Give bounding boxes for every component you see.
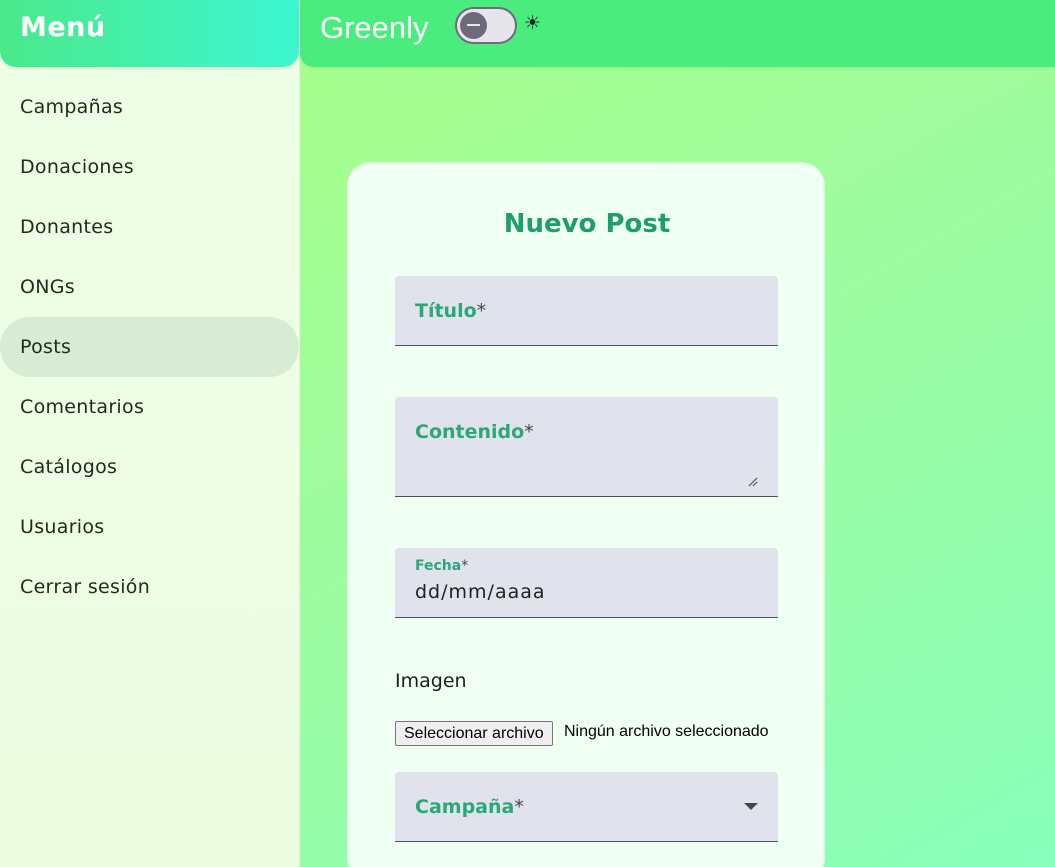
resize-handle-icon[interactable] — [748, 477, 758, 487]
titulo-field[interactable]: Título* — [395, 276, 778, 346]
sidebar-item-donaciones[interactable]: Donaciones — [0, 137, 299, 197]
form-title: Nuevo Post — [503, 209, 671, 239]
theme-toggle[interactable] — [455, 7, 517, 44]
file-status: Ningún archivo seleccionado — [564, 723, 769, 740]
sidebar-item-donantes[interactable]: Donantes — [0, 197, 299, 257]
chevron-down-icon — [744, 803, 758, 810]
top-bar: Greenly ☀ — [300, 0, 1055, 67]
contenido-field[interactable]: Contenido* — [395, 397, 778, 497]
sidebar-menu: Campañas Donaciones Donantes ONGs Posts … — [0, 77, 299, 617]
toggle-icon — [460, 12, 487, 39]
fecha-field[interactable]: Fecha* dd/mm/aaaa — [395, 548, 778, 618]
sidebar-item-cerrar-sesion[interactable]: Cerrar sesión — [0, 557, 299, 617]
sidebar-title: Menú — [20, 12, 106, 43]
imagen-label: Imagen — [395, 670, 467, 692]
contenido-label: Contenido* — [415, 421, 534, 443]
sidebar-item-usuarios[interactable]: Usuarios — [0, 497, 299, 557]
sidebar: Menú Campañas Donaciones Donantes ONGs P… — [0, 0, 300, 867]
sun-icon: ☀ — [524, 12, 542, 34]
sidebar-item-catalogos[interactable]: Catálogos — [0, 437, 299, 497]
sidebar-header: Menú — [0, 0, 299, 67]
sidebar-item-ongs[interactable]: ONGs — [0, 257, 299, 317]
campana-select[interactable]: Campaña* — [395, 772, 778, 842]
select-file-button[interactable]: Seleccionar archivo — [395, 721, 553, 746]
new-post-form: Nuevo Post Título* Contenido* Fecha* dd/… — [347, 162, 825, 867]
sidebar-item-campanas[interactable]: Campañas — [0, 77, 299, 137]
sidebar-item-comentarios[interactable]: Comentarios — [0, 377, 299, 437]
main-content: Greenly ☀ Nuevo Post Título* Contenido* … — [300, 0, 1055, 867]
app-title: Greenly — [320, 10, 429, 45]
sidebar-item-posts[interactable]: Posts — [0, 317, 299, 377]
campana-label: Campaña* — [415, 796, 524, 818]
fecha-placeholder: dd/mm/aaaa — [415, 581, 546, 603]
titulo-label: Título* — [415, 300, 487, 322]
fecha-label: Fecha* — [415, 558, 469, 574]
